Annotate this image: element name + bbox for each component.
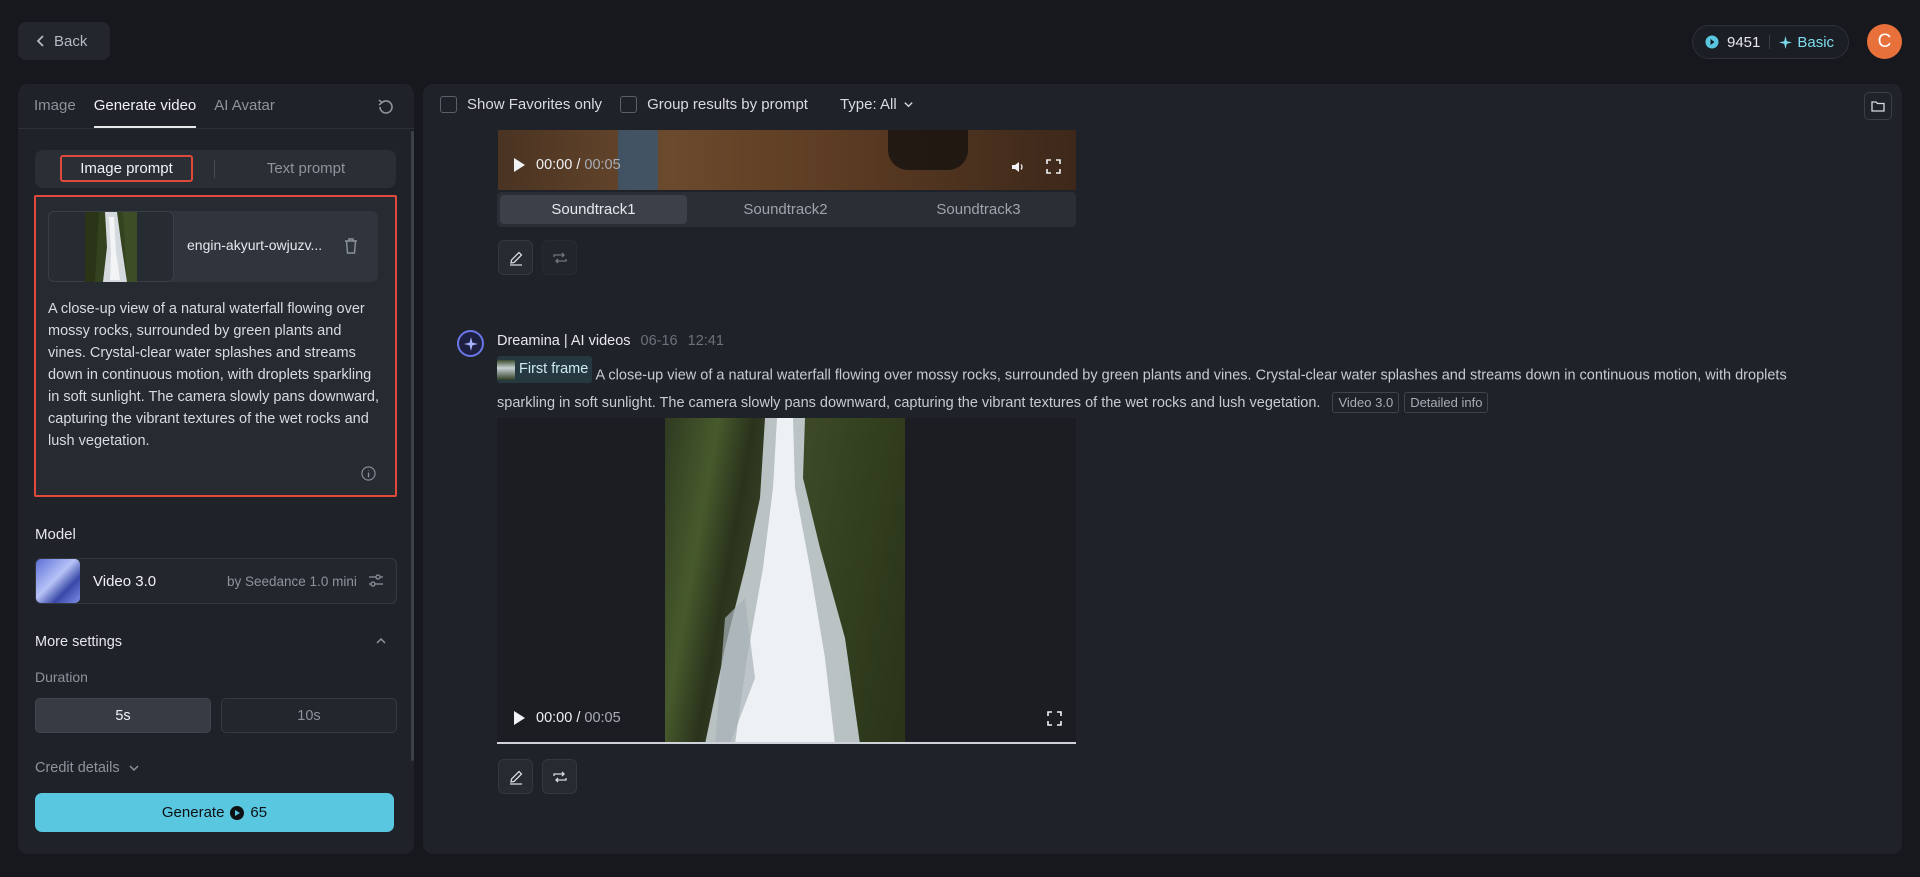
message-text: First frame A close-up view of a natural… — [497, 356, 1827, 417]
type-filter-label: Type: All — [839, 96, 897, 113]
credit-details-toggle[interactable]: Credit details — [35, 760, 140, 776]
prompt-textarea[interactable]: A close-up view of a natural waterfall f… — [48, 298, 383, 452]
repeat-icon — [552, 252, 567, 263]
tab-image[interactable]: Image — [34, 97, 76, 114]
video-frame-detail — [618, 130, 658, 190]
user-avatar[interactable]: C — [1867, 24, 1902, 59]
video-2-duration: 00:05 — [584, 710, 621, 726]
info-icon[interactable] — [361, 466, 376, 481]
credit-coin-icon — [1705, 35, 1719, 49]
dreamina-avatar — [457, 330, 484, 357]
model-thumbnail — [36, 559, 80, 603]
chevron-left-icon — [36, 35, 44, 47]
credit-coin-icon — [230, 805, 245, 820]
duration-10s-button[interactable]: 10s — [221, 698, 397, 733]
group-label: Group results by prompt — [647, 96, 808, 113]
chevron-down-icon — [904, 102, 913, 108]
message-sender: Dreamina | AI videos — [497, 333, 631, 349]
duration-label: Duration — [35, 669, 88, 685]
play-icon[interactable] — [512, 157, 526, 173]
first-frame-chip[interactable]: First frame — [497, 356, 593, 383]
volume-icon[interactable] — [1010, 159, 1026, 175]
group-filter[interactable]: Group results by prompt — [620, 96, 808, 113]
fullscreen-icon[interactable] — [1047, 710, 1062, 726]
back-button[interactable]: Back — [18, 22, 110, 60]
plan-badge[interactable]: Basic — [1779, 34, 1834, 51]
favorites-checkbox[interactable] — [440, 96, 457, 113]
message-time: 12:41 — [687, 333, 724, 349]
play-icon[interactable] — [512, 710, 526, 726]
reset-icon[interactable] — [376, 97, 396, 117]
dreamina-logo-icon — [463, 336, 478, 351]
model-tag[interactable]: Video 3.0 — [1332, 391, 1400, 413]
first-frame-thumbnail — [497, 359, 515, 380]
soundtrack-2-tab[interactable]: Soundtrack2 — [692, 195, 879, 224]
model-provider: by Seedance 1.0 mini — [227, 574, 357, 589]
waterfall-thumbnail-image — [85, 211, 137, 282]
time-separator: / — [576, 157, 581, 173]
left-tabs: Image Generate video AI Avatar — [34, 97, 275, 128]
group-checkbox[interactable] — [620, 96, 638, 113]
tab-divider — [18, 128, 414, 129]
soundtrack-3-tab[interactable]: Soundtrack3 — [885, 195, 1072, 224]
more-settings-heading[interactable]: More settings — [35, 634, 122, 650]
image-prompt-button[interactable]: Image prompt — [60, 155, 193, 182]
pill-divider — [1769, 35, 1771, 49]
duration-5s-button[interactable]: 5s — [35, 698, 211, 733]
model-label: Model — [35, 526, 76, 543]
video-2-progress-bar[interactable] — [497, 742, 1076, 744]
credits-pill[interactable]: 9451 Basic — [1692, 25, 1849, 59]
folder-button[interactable] — [1864, 92, 1892, 120]
message-header: Dreamina | AI videos 06-16 12:41 — [497, 333, 724, 349]
video-1-duration: 00:05 — [584, 157, 621, 173]
generate-cost: 65 — [250, 804, 268, 821]
tab-ai-avatar[interactable]: AI Avatar — [214, 97, 275, 114]
toggle-divider — [214, 160, 215, 178]
video-1-controls: 00:00 / 00:05 — [512, 157, 621, 173]
edit-button[interactable] — [498, 240, 533, 275]
video-player-2[interactable] — [497, 418, 1076, 744]
regenerate-button[interactable] — [542, 240, 577, 275]
message-prompt: A close-up view of a natural waterfall f… — [497, 367, 1787, 411]
repeat-icon — [552, 771, 567, 782]
file-name: engin-akyurt-owjuzv... — [187, 237, 323, 253]
credits-count: 9451 — [1727, 33, 1761, 51]
text-prompt-button[interactable]: Text prompt — [232, 155, 380, 182]
generate-button[interactable]: Generate 65 — [35, 793, 394, 832]
left-scrollbar[interactable] — [411, 131, 414, 761]
fullscreen-icon[interactable] — [1046, 159, 1061, 174]
credit-details-label: Credit details — [35, 760, 120, 776]
first-frame-label: First frame — [519, 361, 589, 377]
pencil-icon — [509, 770, 522, 785]
time-separator: / — [576, 710, 581, 726]
model-name: Video 3.0 — [93, 573, 157, 590]
generate-label: Generate — [161, 804, 225, 821]
tab-generate-video[interactable]: Generate video — [93, 97, 196, 128]
chevron-up-icon[interactable] — [374, 634, 388, 648]
chevron-down-icon — [129, 765, 139, 772]
edit-button[interactable] — [498, 759, 533, 794]
favorites-label: Show Favorites only — [467, 96, 603, 113]
soundtrack-1-tab[interactable]: Soundtrack1 — [500, 195, 687, 224]
waterfall-video-frame — [665, 418, 905, 744]
folder-icon — [1871, 101, 1885, 112]
video-1-current-time: 00:00 — [536, 157, 573, 173]
waterfall-water — [705, 418, 860, 744]
message-date: 06-16 — [640, 333, 678, 349]
uploaded-image-thumbnail[interactable] — [48, 211, 174, 282]
favorites-filter[interactable]: Show Favorites only — [440, 96, 602, 113]
regenerate-button[interactable] — [542, 759, 577, 794]
type-filter-dropdown[interactable]: Type: All — [840, 96, 914, 113]
detailed-info-tag[interactable]: Detailed info — [1404, 391, 1489, 413]
video-frame-detail — [888, 130, 968, 170]
back-label: Back — [54, 32, 88, 50]
plan-label: Basic — [1797, 33, 1835, 51]
sliders-icon[interactable] — [368, 573, 384, 589]
results-toolbar: Show Favorites only Group results by pro… — [440, 96, 932, 113]
sparkle-icon — [1779, 35, 1793, 49]
video-2-current-time: 00:00 — [536, 710, 573, 726]
video-2-controls: 00:00 / 00:05 — [512, 710, 1062, 726]
trash-icon[interactable] — [343, 237, 359, 255]
pencil-icon — [509, 251, 522, 266]
